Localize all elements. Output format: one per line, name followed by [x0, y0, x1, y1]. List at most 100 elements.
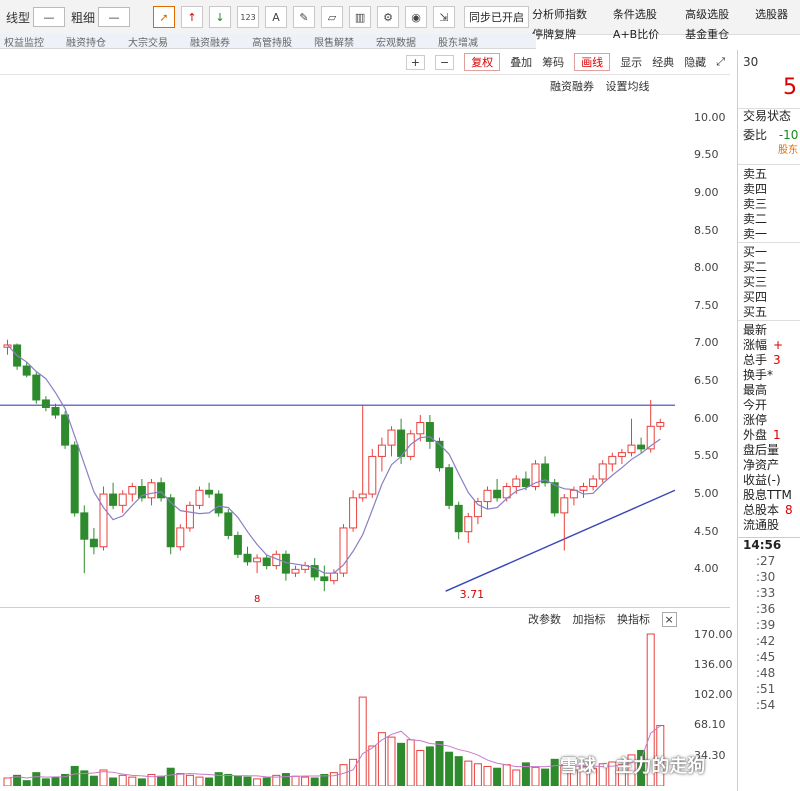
stat-row: 盘后量 [738, 443, 800, 458]
chip-button[interactable]: 筹码 [542, 54, 564, 70]
menu-item[interactable]: A+B比价 [613, 26, 671, 42]
stat-label: 盘后量 [743, 443, 780, 457]
tick-list: :27:30:33:36:39:42:45:48:51:54 [738, 553, 800, 713]
volume-bar [512, 769, 521, 786]
tick-minute: :42 [756, 634, 776, 648]
candle-body [176, 527, 185, 548]
candle-body [32, 374, 41, 401]
eraser-icon[interactable]: ▱ [321, 6, 344, 28]
volume-tick-label: 102.00 [694, 688, 733, 702]
volume-bar [118, 774, 127, 786]
volume-header: 改参数 加指标 换指标 × [528, 611, 685, 627]
text-icon[interactable]: A [265, 6, 288, 28]
hide-dropdown[interactable]: 隐藏 [684, 54, 706, 70]
volume-bar [483, 765, 492, 786]
nav-tab[interactable]: 融资融券 [190, 34, 230, 48]
menu-item[interactable] [755, 26, 800, 42]
thickness-label: 粗细 [71, 10, 96, 25]
candle-body [157, 482, 166, 499]
stat-value: 8 [785, 503, 793, 517]
nav-tab[interactable]: 大宗交易 [128, 34, 168, 48]
volume-bar [502, 764, 511, 786]
expand-icon[interactable]: ⤢ [716, 55, 725, 69]
volume-bar [445, 751, 454, 786]
stat-row: 涨停 [738, 413, 800, 428]
line-type-select[interactable]: — [33, 7, 66, 27]
candle-body [483, 489, 492, 503]
menu-item[interactable]: 条件选股 [613, 6, 671, 22]
volume-bar [310, 777, 319, 786]
nav-tab[interactable]: 限售解禁 [314, 34, 354, 48]
shareholder-tag[interactable]: 股东 [738, 143, 800, 158]
sell-book: 卖五 卖四 卖三 卖二 卖一 [738, 164, 800, 242]
nav-tab[interactable]: 股东增减 [438, 34, 478, 48]
nav-tab[interactable]: 高管持股 [252, 34, 292, 48]
watermark-text: 雪球 · 主力的走狗 [560, 756, 706, 777]
pen-icon[interactable]: ✎ [293, 6, 316, 28]
candle-body [281, 553, 290, 574]
volume-bar [425, 746, 434, 786]
add-indicator-button[interactable]: 加指标 [573, 613, 606, 626]
tick-minute: :36 [756, 602, 776, 616]
export-icon[interactable]: ⇲ [433, 6, 456, 28]
menu-item[interactable]: 选股器 [755, 6, 800, 22]
volume-bar [89, 775, 98, 786]
volume-bar [233, 775, 242, 786]
candle-body [205, 489, 214, 495]
down-arrow-icon[interactable]: ↓ [209, 6, 232, 28]
menu-item[interactable]: 基金重仓 [685, 26, 741, 42]
trash-icon[interactable]: ▥ [349, 6, 372, 28]
volume-bar [176, 773, 185, 786]
stats-list: 最新 涨幅 + 总手 3 换手* 最高 今开 涨停 外盘 1 盘后量 净资产 收益(-) 股息TTM 总股本 8… [738, 320, 800, 533]
candle-body [377, 444, 386, 457]
stat-value: + [773, 338, 784, 352]
quote-big-number: 5 [783, 75, 797, 100]
eye-icon[interactable]: ◉ [405, 6, 428, 28]
change-params-button[interactable]: 改参数 [528, 613, 561, 626]
buy-level: 买四 [743, 290, 768, 304]
candlestick-chart[interactable] [0, 95, 730, 607]
volume-bar [195, 776, 204, 786]
fuquan-dropdown[interactable]: 复权 [464, 53, 501, 71]
draw-line-button[interactable]: 画线 [574, 53, 611, 71]
candle-body [416, 422, 425, 435]
nav-tab[interactable]: 权益监控 [4, 34, 44, 48]
sync-button[interactable]: 同步已开启 [464, 6, 530, 28]
menu-item[interactable]: 分析师指数 [532, 6, 599, 22]
zoom-in-button[interactable]: + [405, 54, 425, 70]
settings-icon[interactable]: ⚙ [377, 6, 400, 28]
candle-body [493, 489, 502, 499]
overlay-dropdown[interactable]: 叠加 [510, 54, 532, 70]
nav-tab[interactable]: 宏观数据 [376, 34, 416, 48]
close-icon[interactable]: × [661, 612, 677, 627]
number-icon[interactable]: 123 [237, 6, 260, 28]
volume-bar [70, 765, 79, 786]
volume-tick-label: 136.00 [694, 658, 733, 672]
volume-bar [205, 777, 214, 786]
volume-bar [3, 777, 12, 786]
nav-tab[interactable]: 融资持仓 [66, 34, 106, 48]
margin-button[interactable]: 融资融券 [550, 80, 594, 93]
candle-body [253, 557, 262, 563]
stat-label: 涨停 [743, 413, 768, 427]
zoom-out-button[interactable]: − [434, 54, 455, 70]
cursor-icon[interactable]: ➚ [153, 6, 176, 28]
volume-bar [454, 756, 463, 786]
price-tick-label: 7.50 [694, 298, 719, 312]
thickness-select[interactable]: — [98, 7, 131, 27]
sell-level: 卖二 [743, 212, 768, 226]
display-dropdown[interactable]: 显示 [620, 54, 642, 70]
switch-indicator-button[interactable]: 换指标 [617, 613, 650, 626]
menu-item[interactable]: 停牌复牌 [532, 26, 599, 42]
volume-bar [397, 742, 406, 786]
tick-minute: :45 [756, 650, 776, 664]
up-arrow-icon[interactable]: ↑ [181, 6, 204, 28]
classic-button[interactable]: 经典 [652, 54, 674, 70]
stat-row: 净资产 [738, 458, 800, 473]
menu-item[interactable]: 高级选股 [685, 6, 741, 22]
candle-body [99, 493, 108, 548]
volume-bar [51, 776, 60, 786]
volume-bar [406, 739, 415, 786]
volume-bar [157, 775, 166, 786]
ma-setting-button[interactable]: 设置均线 [606, 80, 650, 93]
